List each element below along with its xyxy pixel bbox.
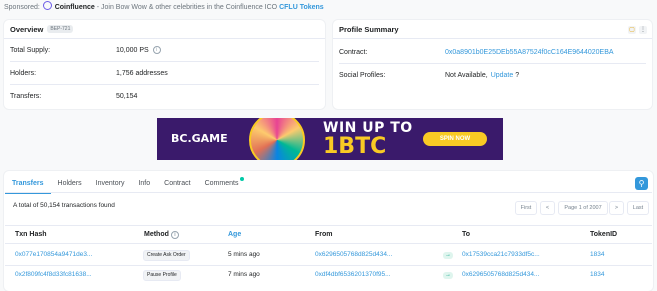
transfers-label: Transfers:	[10, 92, 42, 100]
holders-value: 1,756 addresses	[116, 69, 168, 77]
pagination-page-indicator: Page 1 of 2007	[558, 201, 608, 215]
divider	[5, 265, 652, 266]
social-row: Social Profiles: Not Available, Update ?	[339, 69, 646, 81]
total-supply-value: 10,000 PS	[116, 46, 149, 54]
token-standard-badge: BEP-721	[47, 25, 74, 33]
sponsored-bar: Sponsored: Coinfluence - Join Bow Wow & …	[4, 1, 324, 11]
divider	[5, 243, 652, 244]
column-header-method: Method i	[144, 231, 179, 239]
transfer-arrow-icon: →	[443, 272, 453, 279]
banner-amount: 1BTC	[323, 134, 387, 159]
sponsored-text: - Join Bow Wow & other celebrities in th…	[96, 4, 278, 11]
tab-holders[interactable]: Holders	[51, 175, 89, 192]
txn-hash-link[interactable]: 0x2f809fc4f8d33fc81638...	[15, 271, 92, 278]
sponsored-link[interactable]: CFLU Tokens	[279, 4, 324, 11]
banner-logo: BC.GAME	[171, 132, 228, 145]
from-address-link[interactable]: 0x6296505768d825d434...	[315, 251, 392, 258]
divider	[5, 225, 652, 226]
tab-contract[interactable]: Contract	[157, 175, 197, 192]
column-header-to: To	[462, 231, 471, 238]
help-icon[interactable]: ?	[515, 72, 519, 79]
tab-comments[interactable]: Comments	[198, 175, 252, 192]
overview-header: Overview BEP-721	[4, 20, 325, 39]
from-address-link[interactable]: 0xdf4dbf6536201370f95...	[315, 271, 391, 278]
age-cell: 7 mins ago	[228, 271, 260, 278]
to-address-link[interactable]: 0x6296505768d825d434...	[462, 271, 539, 278]
profile-header: Profile Summary	[333, 20, 652, 39]
tab-comments-label: Comments	[204, 180, 239, 187]
profile-title: Profile Summary	[339, 24, 399, 34]
total-supply-row: Total Supply: 10,000 PS i	[10, 44, 319, 56]
token-id-link[interactable]: 1834	[590, 271, 604, 278]
total-supply-label: Total Supply:	[10, 46, 51, 54]
method-badge: Create Ask Order	[143, 250, 190, 261]
search-button[interactable]: ⚲	[635, 177, 648, 190]
column-header-token-id: TokenID	[590, 231, 618, 238]
menu-icon[interactable]: ⋮	[639, 26, 647, 34]
info-icon[interactable]: i	[170, 231, 179, 239]
transfers-row: Transfers: 50,154	[10, 90, 319, 102]
coinfluence-logo-icon	[42, 1, 52, 10]
spin-now-button[interactable]: SPIN NOW	[423, 132, 487, 146]
method-badge: Pause Profile	[143, 270, 181, 281]
token-id-link[interactable]: 1834	[590, 251, 604, 258]
sponsored-prefix: Sponsored:	[4, 4, 40, 11]
transfers-value: 50,154	[116, 92, 138, 100]
update-link[interactable]: Update	[491, 72, 514, 79]
age-cell: 5 mins ago	[228, 251, 260, 258]
contract-label: Contract:	[339, 48, 368, 56]
transactions-summary: A total of 50,154 transactions found	[13, 202, 115, 209]
column-header-from: From	[315, 231, 333, 238]
profile-summary-card: Profile Summary ▢ ⋮ Contract: 0x0a8901b0…	[333, 20, 652, 109]
new-indicator-icon	[240, 177, 245, 181]
social-label: Social Profiles:	[339, 71, 386, 79]
to-address-link[interactable]: 0x17539cca21c7933df5c...	[462, 251, 540, 258]
sponsored-brand[interactable]: Coinfluence	[55, 4, 95, 11]
pagination-prev-button[interactable]: <	[540, 201, 555, 215]
banner-ad[interactable]: BC.GAME WIN UP TO 1BTC SPIN NOW	[157, 118, 503, 160]
pagination-next-button[interactable]: >	[609, 201, 624, 215]
holders-row: Holders: 1,756 addresses	[10, 67, 319, 79]
more-options-icon[interactable]: ▢	[628, 26, 636, 34]
info-icon[interactable]: i	[152, 46, 161, 54]
divider	[5, 192, 652, 193]
contract-row: Contract: 0x0a8901b0E25DEb55A87524f0cC16…	[339, 46, 646, 58]
social-value: Not Available,	[445, 71, 488, 79]
column-header-txn-hash: Txn Hash	[15, 231, 47, 238]
holders-label: Holders:	[10, 69, 37, 77]
overview-title: Overview	[10, 24, 44, 34]
method-header-label: Method	[144, 231, 169, 238]
txn-hash-link[interactable]: 0x077e170854a9471de3...	[15, 251, 92, 258]
prize-wheel-image	[249, 118, 305, 160]
divider	[339, 63, 646, 64]
transfer-arrow-icon: →	[443, 252, 453, 259]
pagination-last-button[interactable]: Last	[627, 201, 649, 215]
divider	[10, 61, 319, 62]
tab-info[interactable]: Info	[131, 175, 157, 192]
contract-address-link[interactable]: 0x0a8901b0E25DEb55A87524f0cC164E9644020E…	[445, 49, 614, 56]
overview-card: Overview BEP-721 Total Supply: 10,000 PS…	[4, 20, 325, 109]
divider	[10, 84, 319, 85]
tab-bar: Transfers Holders Inventory Info Contrac…	[5, 175, 252, 194]
tab-inventory[interactable]: Inventory	[89, 175, 132, 192]
column-header-age[interactable]: Age	[228, 231, 241, 238]
pagination-first-button[interactable]: First	[515, 201, 537, 215]
